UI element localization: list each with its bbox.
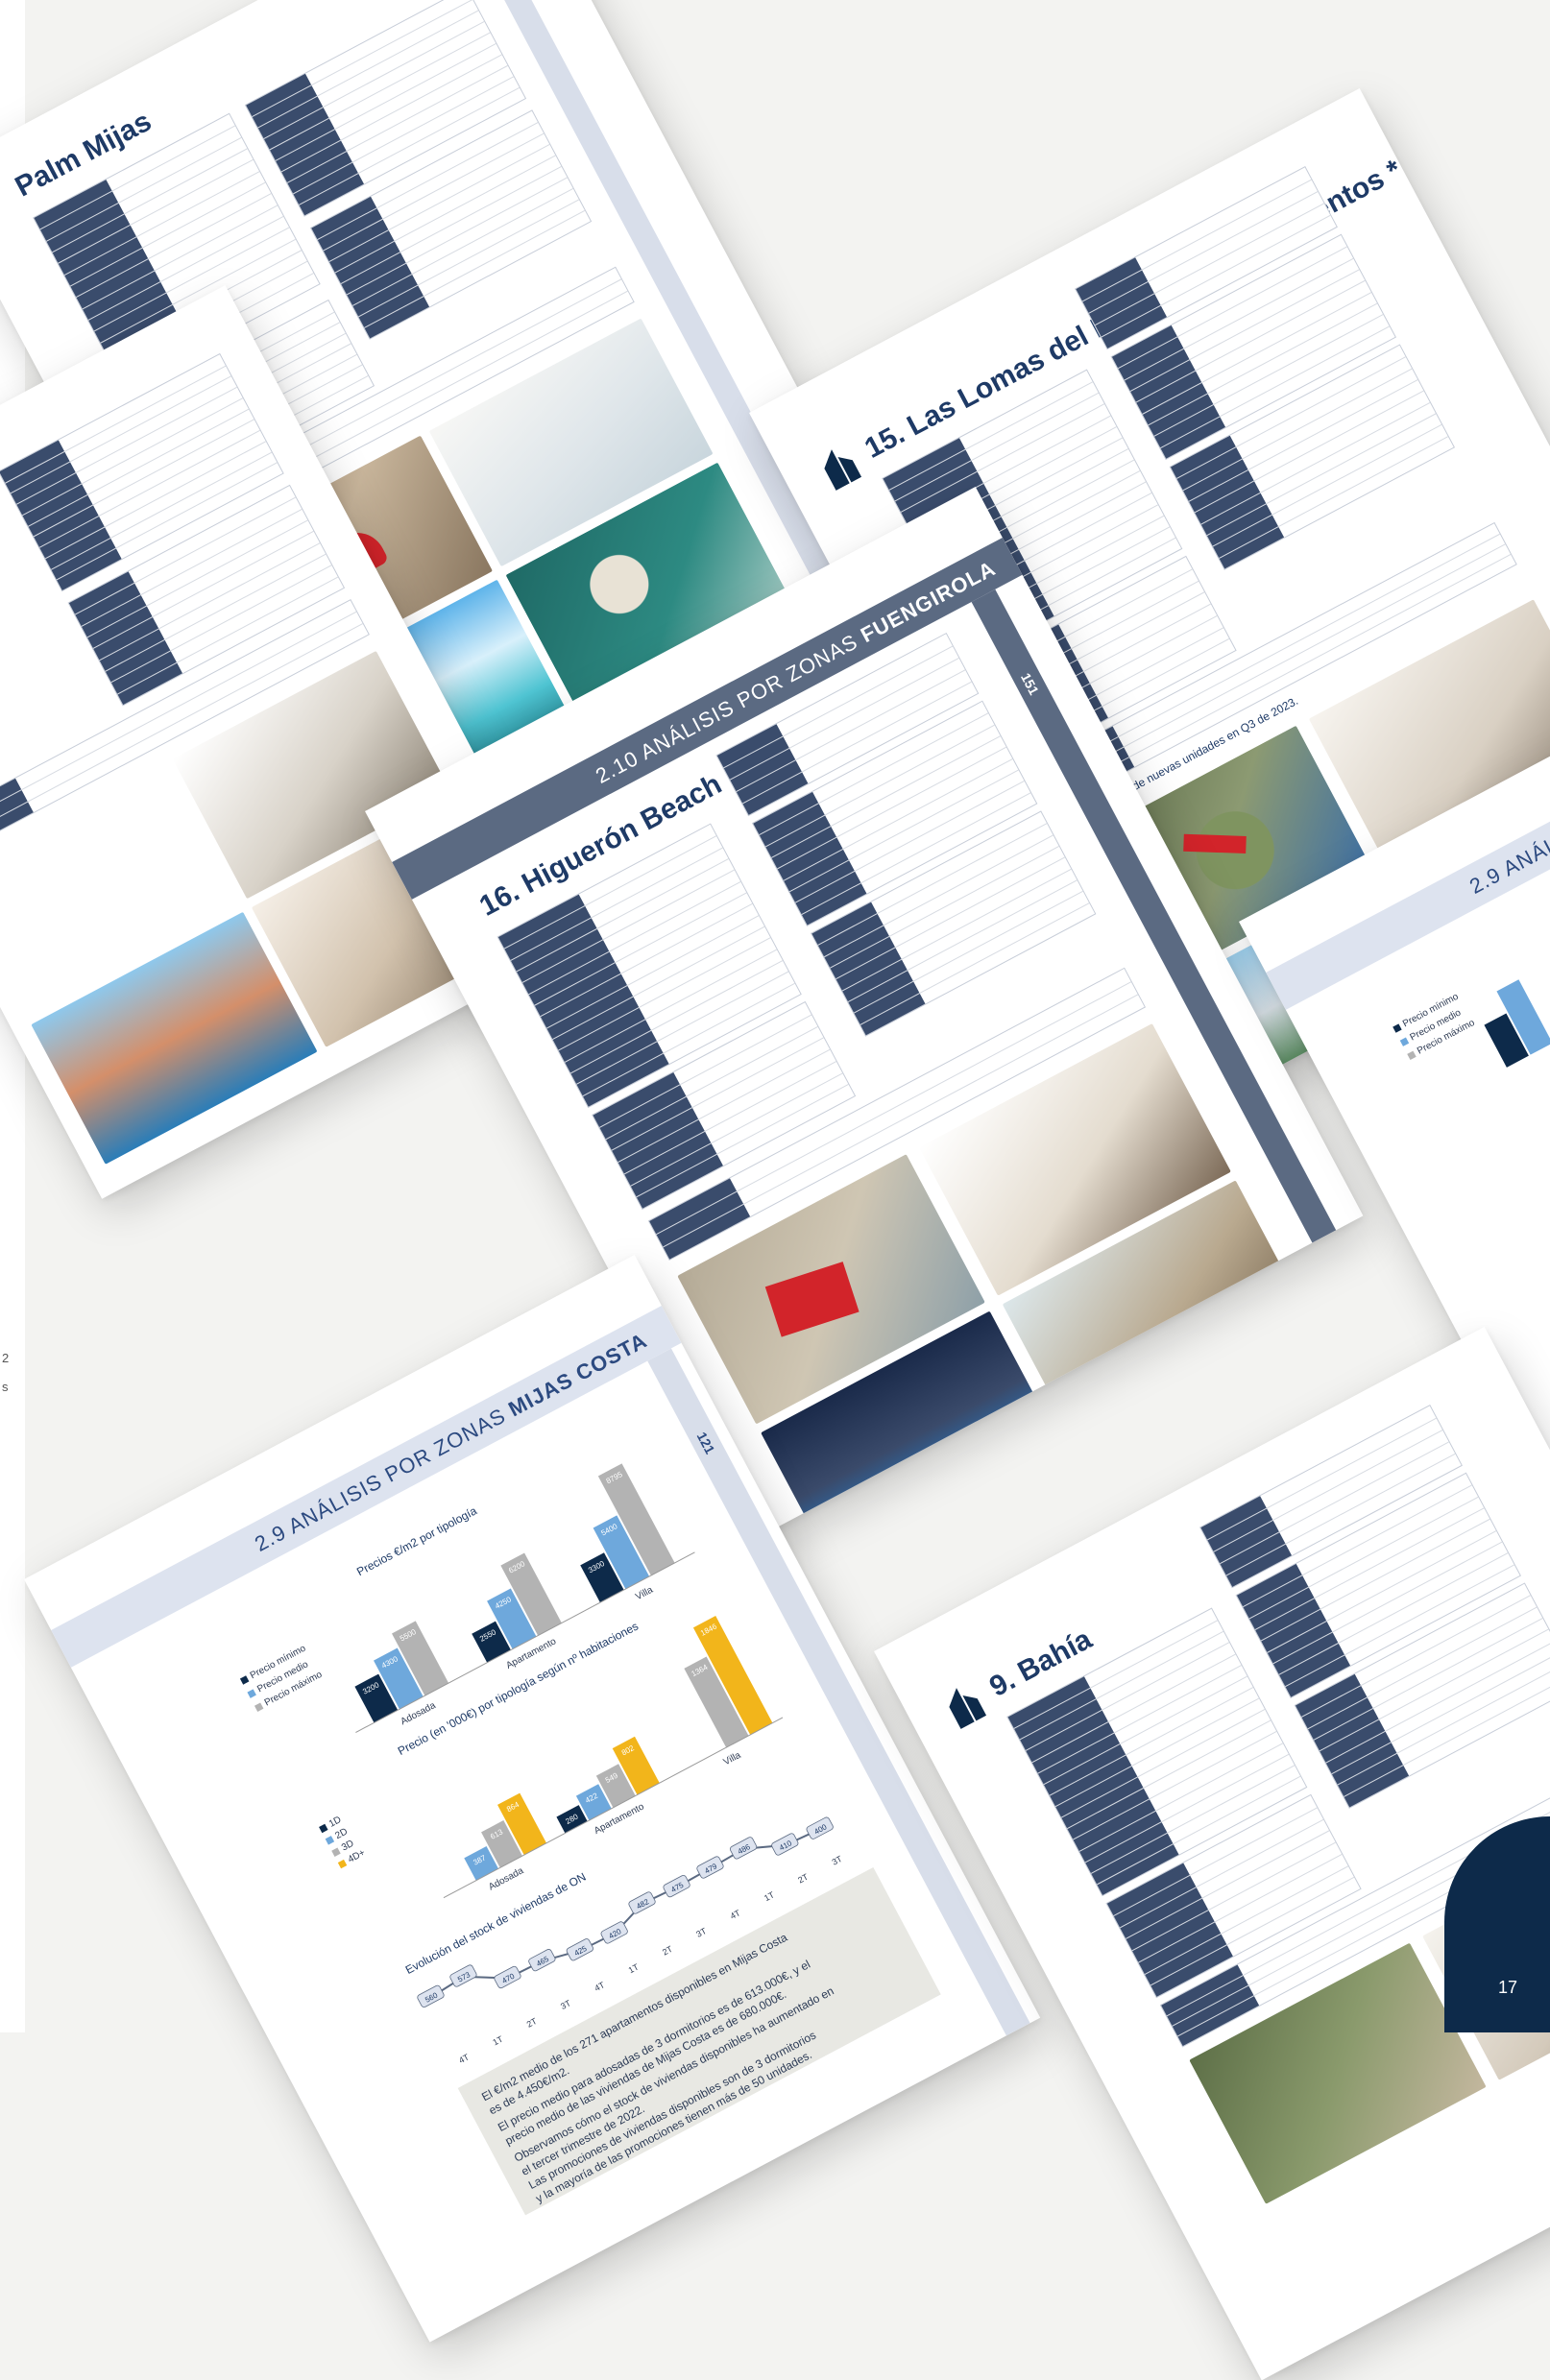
tick-label: 3T [694, 1926, 708, 1939]
tick-label: 1T [763, 1889, 776, 1903]
tick-label: 2T [661, 1944, 674, 1958]
tick-label: 4T [593, 1980, 606, 1993]
tick-label: 1T [627, 1961, 641, 1975]
category-label: Villa [634, 1585, 655, 1603]
tick-label: 4T [457, 2052, 471, 2065]
page-bahia: 9. Bahía [874, 1326, 1550, 2380]
tick-label: 2T [796, 1872, 810, 1886]
building-logo-icon [814, 439, 863, 492]
page-number: 17 [1497, 1978, 1517, 1997]
tick-label: 1T [491, 2034, 504, 2048]
tick-label: 3T [559, 1998, 572, 2011]
side-note: s [2, 1380, 9, 1394]
category-label: Villa [722, 1750, 743, 1768]
tick-label: 4T [729, 1908, 742, 1921]
side-note: 2 [2, 1351, 10, 1365]
tick-label: 2T [525, 2016, 539, 2030]
tick-label: 3T [831, 1854, 844, 1867]
building-logo-icon [939, 1677, 988, 1730]
